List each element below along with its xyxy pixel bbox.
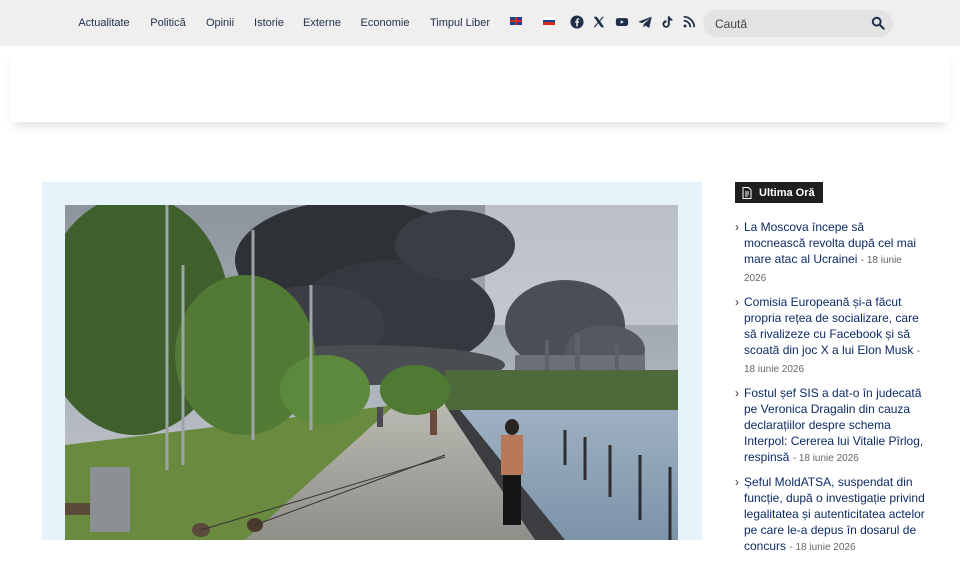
nav-label: Economie	[360, 17, 410, 29]
list-item: › Șeful MoldATSA, suspendat din funcție,…	[735, 474, 925, 556]
list-item: › Fostul șef SIS a dat-o în judecată pe …	[735, 385, 925, 467]
news-date-separator: -	[916, 345, 921, 357]
rss-icon[interactable]	[682, 15, 696, 29]
latest-news-badge: Ultima Oră	[735, 182, 823, 203]
x-icon[interactable]	[592, 15, 606, 29]
nav-label: Externe	[303, 17, 341, 29]
document-icon	[742, 186, 752, 199]
nav-item-politica[interactable]: Politică	[140, 0, 196, 49]
nav-item-economie[interactable]: Economie	[350, 0, 420, 49]
news-link[interactable]: Comisia Europeană și-a făcut propria reț…	[744, 295, 919, 357]
nav-item-externe[interactable]: Externe	[294, 0, 350, 49]
youtube-icon[interactable]	[615, 15, 629, 29]
tiktok-icon[interactable]	[660, 15, 674, 29]
news-date: 18 iunie 2026	[744, 363, 805, 375]
nav-label: Politică	[150, 17, 186, 29]
search-box	[703, 10, 893, 37]
featured-article-photo[interactable]	[65, 205, 678, 540]
nav-item-istorie[interactable]: Istorie	[244, 0, 294, 49]
news-list: › La Moscova începe să mocnească revolta…	[735, 219, 925, 556]
chevron-right-icon: ›	[735, 219, 739, 234]
ru-flag-icon[interactable]	[543, 17, 555, 25]
nav-item-actualitate[interactable]: Actualitate	[68, 0, 140, 49]
search-input[interactable]	[715, 10, 865, 37]
facebook-icon[interactable]	[570, 15, 584, 29]
nav-item-timpul-liber[interactable]: Timpul Liber	[420, 0, 500, 49]
uk-flag-icon[interactable]	[510, 17, 522, 25]
nav-label: Istorie	[254, 17, 284, 29]
list-item: › La Moscova începe să mocnească revolta…	[735, 219, 925, 287]
chevron-right-icon: ›	[735, 474, 739, 489]
chevron-right-icon: ›	[735, 385, 739, 400]
telegram-icon[interactable]	[638, 15, 652, 29]
news-date: 18 iunie 2026	[798, 452, 859, 464]
nav-label: Timpul Liber	[429, 17, 491, 29]
chevron-right-icon: ›	[735, 294, 739, 309]
news-date: 18 iunie 2026	[795, 541, 856, 553]
header-area	[10, 46, 950, 122]
badge-label: Ultima Oră	[759, 186, 815, 199]
list-item: › Comisia Europeană și-a făcut propria r…	[735, 294, 925, 378]
nav-label: Actualitate	[78, 17, 130, 29]
nav-item-opinii[interactable]: Opinii	[196, 0, 244, 49]
nav-label: Opinii	[205, 17, 235, 29]
search-icon[interactable]	[871, 16, 885, 30]
latest-news-sidebar: Ultima Oră › La Moscova începe să mocnea…	[735, 182, 925, 563]
featured-article-card[interactable]	[42, 182, 702, 540]
main-menu: Actualitate Politică Opinii Istorie Exte…	[68, 0, 500, 49]
top-navigation-bar: Actualitate Politică Opinii Istorie Exte…	[0, 0, 960, 49]
